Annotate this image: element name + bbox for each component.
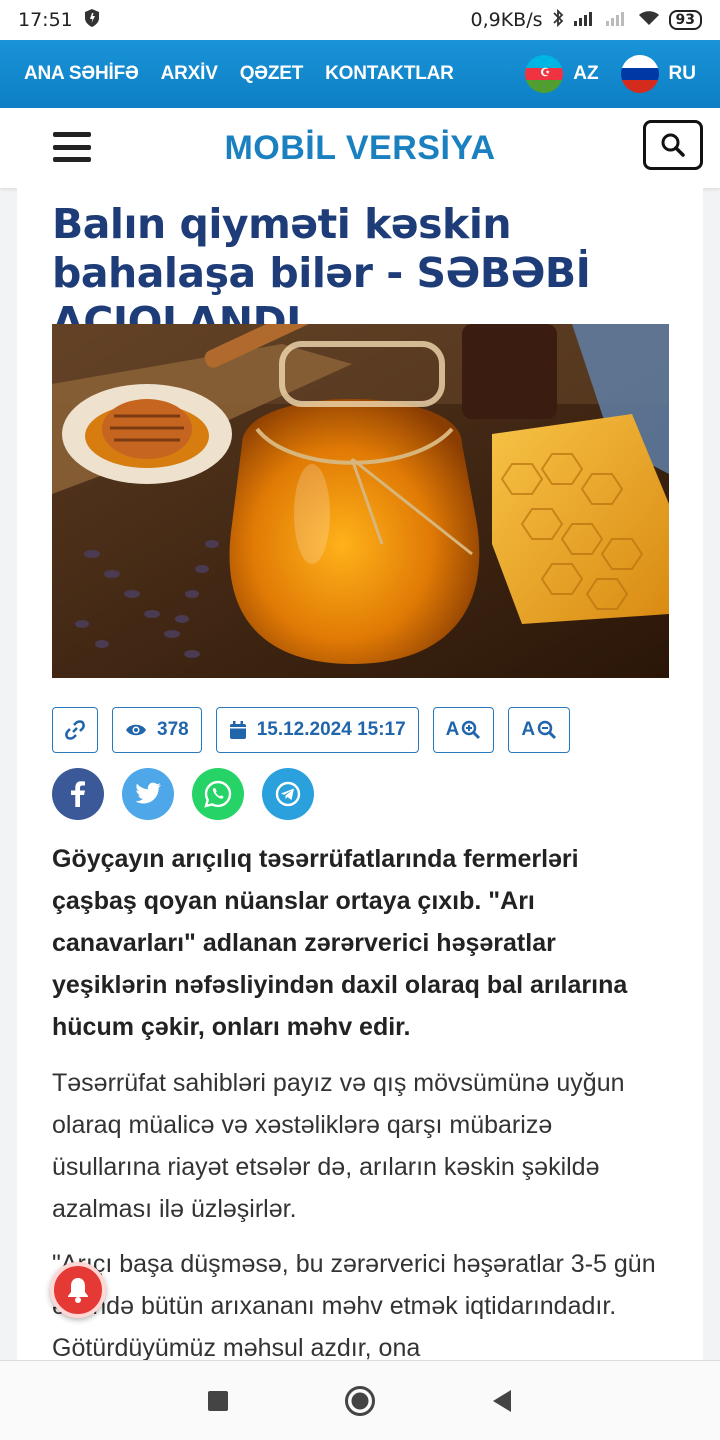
network-speed: 0,9KB/s <box>470 9 543 31</box>
views-counter: 378 <box>112 707 202 753</box>
language-az[interactable]: ☪ AZ <box>525 55 599 93</box>
language-switcher: ☪ AZ RU <box>513 55 696 93</box>
zoom-in-icon <box>462 720 481 740</box>
article-paragraph-2: "Arıçı başa düşməsə, bu zərərverici həşə… <box>52 1250 656 1360</box>
site-title[interactable]: MOBİL VERSİYA <box>224 129 495 168</box>
publish-date-text: 15.12.2024 15:17 <box>256 719 406 740</box>
article-meta: 378 15.12.2024 15:17 A A <box>52 707 571 753</box>
status-time: 17:51 <box>18 9 73 31</box>
menu-icon[interactable] <box>53 132 91 162</box>
share-facebook-button[interactable] <box>52 768 104 820</box>
bluetooth-icon <box>551 8 565 33</box>
home-circle-icon <box>345 1385 375 1416</box>
share-telegram-button[interactable] <box>262 768 314 820</box>
signal-icon <box>573 9 597 32</box>
top-navigation: ANA SƏHİFƏ ARXİV QƏZET KONTAKTLAR ☪ AZ R… <box>0 40 720 108</box>
wifi-icon <box>637 9 661 32</box>
views-count: 378 <box>157 719 189 740</box>
share-whatsapp-button[interactable] <box>192 768 244 820</box>
copy-link-button[interactable] <box>52 707 98 753</box>
notification-subscribe-button[interactable] <box>50 1262 106 1318</box>
nav-link-contacts[interactable]: KONTAKTLAR <box>325 63 454 85</box>
nav-links: ANA SƏHİFƏ ARXİV QƏZET KONTAKTLAR <box>24 63 454 85</box>
whatsapp-icon <box>204 780 232 808</box>
home-button[interactable] <box>344 1385 376 1417</box>
nav-link-home[interactable]: ANA SƏHİFƏ <box>24 63 139 85</box>
link-icon <box>65 720 85 740</box>
shield-icon <box>83 8 101 33</box>
search-button[interactable] <box>643 120 703 170</box>
share-twitter-button[interactable] <box>122 768 174 820</box>
signal-weak-icon <box>605 9 629 32</box>
publish-date: 15.12.2024 15:17 <box>215 707 419 753</box>
square-icon <box>208 1390 228 1411</box>
nav-link-newspaper[interactable]: QƏZET <box>240 63 304 85</box>
article-card: Balın qiyməti kəskin bahalaşa bilər - SƏ… <box>17 188 703 1360</box>
article-lead: Göyçayın arıçılıq təsərrüfatlarında ferm… <box>52 845 628 1041</box>
language-ru-label: RU <box>668 63 696 84</box>
system-navigation-bar <box>0 1360 720 1440</box>
nav-link-archive[interactable]: ARXİV <box>161 63 218 85</box>
font-increase-label: A <box>445 719 460 740</box>
share-buttons <box>52 768 314 820</box>
azerbaijan-flag-icon: ☪ <box>525 55 564 93</box>
back-button[interactable] <box>491 1389 513 1413</box>
article-image <box>52 324 669 678</box>
zoom-out-icon <box>537 720 557 740</box>
font-decrease-label: A <box>521 719 536 740</box>
article-paragraph-1: Təsərrüfat sahibləri payız və qış mövsüm… <box>52 1069 625 1223</box>
language-ru[interactable]: RU <box>620 55 696 93</box>
eye-icon <box>126 724 146 736</box>
status-bar: 17:51 0,9KB/s 93 <box>0 0 720 40</box>
twitter-icon <box>135 782 161 804</box>
bell-icon <box>68 1278 88 1303</box>
font-increase-button[interactable]: A <box>432 707 495 753</box>
language-az-label: AZ <box>573 63 599 84</box>
search-icon <box>661 133 685 157</box>
recent-apps-button[interactable] <box>207 1390 229 1412</box>
site-header: MOBİL VERSİYA <box>0 108 720 188</box>
facebook-icon <box>71 781 85 807</box>
telegram-icon <box>275 781 301 807</box>
russia-flag-icon <box>620 55 659 93</box>
back-triangle-icon <box>493 1389 511 1412</box>
calendar-icon <box>229 721 246 739</box>
font-decrease-button[interactable]: A <box>508 707 571 753</box>
battery-icon: 93 <box>668 10 702 30</box>
